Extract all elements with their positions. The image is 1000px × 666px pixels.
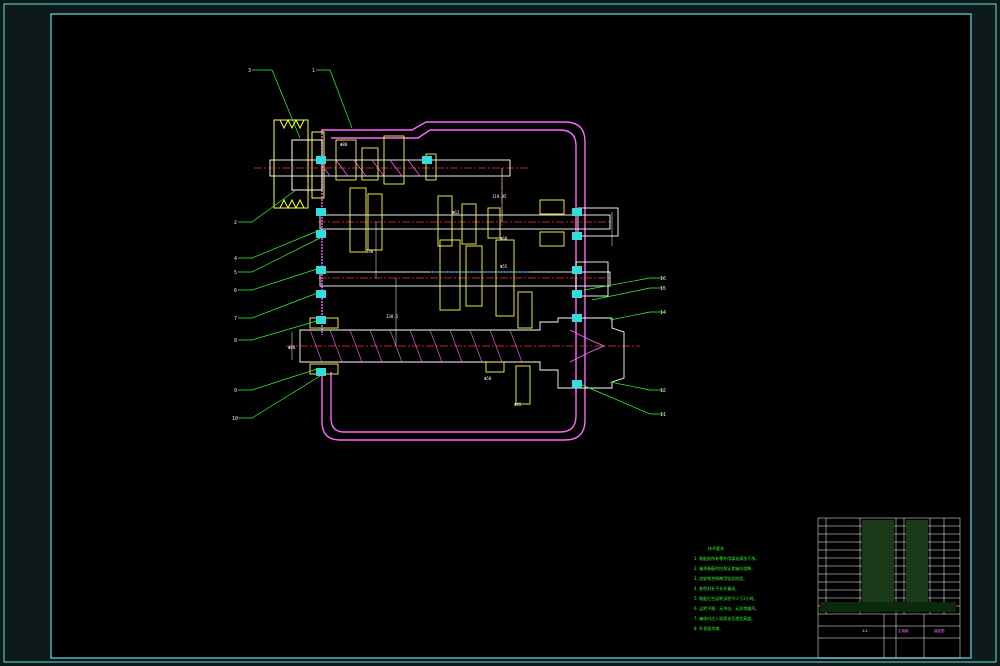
dim-label: Φ55 [500,264,508,269]
notes-title: 技术要求 [708,545,724,551]
part-number: 6 [234,288,237,294]
part-number: 16 [660,276,666,282]
drawing-title: 主轴箱 [898,628,909,633]
part-number: 10 [232,416,238,422]
dim-label: 119.95 [492,194,507,199]
note-line: 8. 外表面涂漆。 [694,625,723,631]
note-line: 3. 齿轮啮合侧隙用铅丝检验。 [694,575,747,581]
part-number: 15 [660,286,666,292]
part-number: 1 [312,68,315,74]
part-number: 2 [234,220,237,226]
dim-label: Φ60 [500,236,508,241]
dim-label: Φ62 [452,210,460,215]
drawing-type: 装配图 [934,628,945,633]
note-line: 5. 装配后空运转试验不少于2小时。 [694,595,758,601]
note-line: 6. 运转平稳，无冲击、无异常噪声。 [694,605,759,611]
inner-frame [50,13,972,659]
part-number: 3 [248,68,251,74]
part-number: 4 [234,256,237,262]
part-number: 14 [660,310,666,316]
dim-label: 138.5 [386,314,399,319]
note-line: 7. 箱体内注入润滑油至规定高度。 [694,615,755,621]
drawing-canvas: 140 138.5 119.95 Φ68 Φ80 Φ62 Φ60 Φ55 Φ50… [0,0,1000,666]
drawing-scale: 1:2 [862,629,868,633]
note-line: 1. 装配前所有零件用煤油清洗干净。 [694,555,759,561]
part-number: 12 [660,388,666,394]
dim-label: Φ45 [514,402,522,407]
assembly-drawing: 140 138.5 119.95 Φ68 Φ80 Φ62 Φ60 Φ55 Φ50… [3,3,997,663]
dim-label: 140 [366,249,374,254]
part-number: 11 [660,412,666,418]
part-number: 9 [234,388,237,394]
part-number: 5 [234,270,237,276]
dim-label: Φ50 [484,376,492,381]
part-number: 8 [234,338,237,344]
note-line: 4. 各密封处不允许漏油。 [694,585,739,591]
note-line: 2. 轴承装配时应保证其轴向游隙。 [694,565,755,571]
dim-label: Φ68 [288,345,296,350]
dim-label: Φ80 [340,142,348,147]
part-number: 7 [234,316,237,322]
